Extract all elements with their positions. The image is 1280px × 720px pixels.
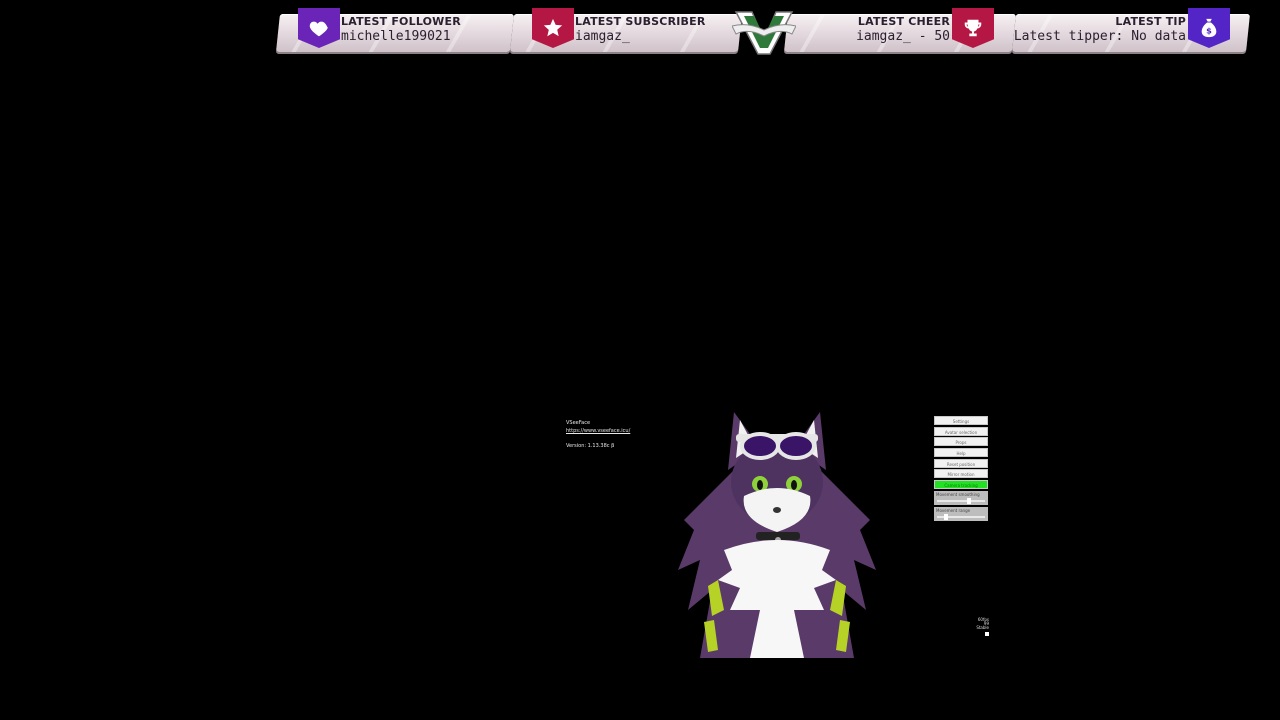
camera-tracking-button[interactable]: Camera tracking — [934, 480, 988, 490]
movement-range-knob[interactable] — [944, 514, 948, 521]
avatar-selection-button[interactable]: Avatar selection — [934, 426, 988, 436]
vseeface-app-name: VSeeFace — [566, 420, 591, 426]
subscriber-name: iamgaz_ — [575, 29, 630, 44]
cheer-value: iamgaz_ - 50 — [856, 29, 950, 44]
tip-label: LATEST TIP — [1115, 15, 1186, 28]
movement-smoothing-slider[interactable]: Movement smoothing — [934, 491, 988, 506]
subscriber-label: LATEST SUBSCRIBER — [575, 15, 706, 28]
follower-name: michelle199021 — [341, 29, 451, 44]
mirror-motion-button[interactable]: Mirror motion — [934, 469, 988, 479]
stats-status: Stable — [976, 625, 989, 630]
vseeface-stats: 60fps 99 Stable — [971, 618, 989, 637]
cheer-label: LATEST CHEER — [857, 15, 950, 28]
vtuber-avatar — [678, 412, 876, 658]
settings-button[interactable]: Settings — [934, 416, 988, 425]
movement-range-slider[interactable]: Movement range — [934, 507, 988, 522]
tip-value: Latest tipper: No data — [1013, 29, 1186, 44]
vseeface-menu: Settings Avatar selection Props Help Res… — [934, 416, 988, 522]
stream-alert-bar: $ LATEST FOLLOWER michelle199021 LATEST … — [274, 8, 1254, 56]
help-button[interactable]: Help — [934, 448, 988, 458]
follower-label: LATEST FOLLOWER — [341, 15, 461, 28]
props-button[interactable]: Props — [934, 437, 988, 447]
stats-toggle[interactable] — [985, 632, 989, 636]
vseeface-info: VSeeFace https://www.vseeface.icu/ Versi… — [566, 419, 630, 450]
movement-smoothing-knob[interactable] — [967, 498, 971, 505]
vseeface-version: Version: 1.13.38c β — [566, 443, 615, 449]
movement-range-label: Movement range — [936, 508, 971, 514]
gta-v-logo — [732, 6, 796, 58]
reset-position-button[interactable]: Reset position — [934, 458, 988, 468]
movement-smoothing-label: Movement smoothing — [936, 492, 980, 498]
vseeface-link[interactable]: https://www.vseeface.icu/ — [566, 427, 630, 435]
svg-text:$: $ — [1206, 26, 1212, 36]
